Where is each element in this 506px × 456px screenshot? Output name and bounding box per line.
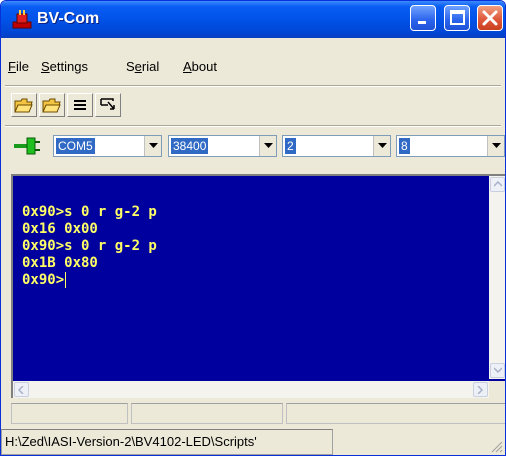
plug-red-icon[interactable]	[12, 10, 32, 30]
terminal-prompt-line: 0x90>	[22, 272, 157, 289]
chevron-left-icon	[18, 386, 24, 394]
menu-settings-label: ettings	[49, 59, 88, 74]
toolbar-separator	[5, 125, 501, 127]
cursor-button[interactable]	[95, 93, 121, 117]
menu-serial-a: S	[126, 59, 135, 74]
scroll-up-button[interactable]	[490, 177, 505, 192]
baud-value: 38400	[171, 138, 209, 154]
field4-select[interactable]: 8	[396, 135, 505, 157]
port-settings-row: COM5 38400 2 8	[1, 135, 505, 159]
open-button[interactable]	[11, 93, 37, 117]
menu-file-mnemonic: F	[8, 59, 16, 74]
plug-green-icon[interactable]	[14, 137, 46, 159]
horizontal-scrollbar[interactable]	[13, 381, 489, 398]
scroll-down-button[interactable]	[490, 363, 505, 378]
menu-settings[interactable]: Settings	[41, 58, 88, 76]
close-icon	[482, 10, 498, 26]
baud-dropdown-button[interactable]	[259, 136, 276, 156]
maximize-icon	[450, 10, 465, 25]
chevron-down-icon	[494, 367, 502, 373]
chevron-up-icon	[494, 181, 502, 187]
field4-value: 8	[399, 138, 410, 154]
title-bar[interactable]: BV-Com	[1, 1, 505, 38]
list-button[interactable]	[67, 93, 93, 117]
field3-dropdown-button[interactable]	[373, 136, 390, 156]
menu-file-label: ile	[15, 59, 29, 74]
maximize-button[interactable]	[444, 5, 470, 31]
open-folder-icon	[14, 98, 33, 113]
menu-about-label: bout	[191, 59, 217, 74]
terminal-output[interactable]: 0x90>s 0 r g-2 p 0x16 0x00 0x90>s 0 r g-2 …	[11, 174, 505, 398]
path-bar: H:\Zed\IASI-Version-2\BV4102-LED\Scripts…	[1, 429, 505, 455]
menu-about[interactable]: About	[183, 58, 217, 76]
open-folder-2-icon	[42, 98, 61, 113]
open-script-button[interactable]	[39, 93, 65, 117]
chevron-down-icon	[149, 143, 158, 148]
port-select[interactable]: COM5	[53, 135, 162, 157]
port-dropdown-button[interactable]	[144, 136, 161, 156]
resize-grip-icon[interactable]	[491, 441, 503, 453]
text-cursor	[65, 272, 67, 288]
menu-serial-mnemonic: e	[134, 59, 142, 74]
menu-serial[interactable]: Serial	[126, 58, 159, 76]
chevron-down-icon	[492, 143, 501, 148]
status-panel-1	[11, 403, 128, 424]
scroll-left-button[interactable]	[14, 382, 29, 397]
terminal-line: 0x16 0x00	[22, 221, 98, 237]
status-panel-3	[286, 403, 505, 424]
scroll-right-button[interactable]	[473, 382, 488, 397]
scroll-corner	[489, 381, 505, 398]
list-icon	[74, 100, 86, 110]
menu-bar: File Settings Serial About	[1, 56, 505, 80]
close-button[interactable]	[477, 5, 503, 31]
menu-serial-b: rial	[141, 59, 160, 74]
terminal-line: 0x1B 0x80	[22, 255, 98, 271]
terminal-line: 0x90>s 0 r g-2 p	[22, 204, 157, 220]
vertical-scrollbar[interactable]	[489, 176, 505, 379]
field3-value: 2	[285, 138, 296, 154]
app-window: BV-Com File Settings Serial About COM5 3…	[0, 0, 506, 456]
menu-settings-mnemonic: S	[41, 59, 50, 74]
minimize-button[interactable]	[410, 5, 436, 31]
cursor-icon	[100, 98, 115, 110]
window-title: BV-Com	[37, 10, 100, 27]
field4-dropdown-button[interactable]	[487, 136, 504, 156]
terminal-prompt: 0x90>	[22, 272, 65, 288]
field3-select[interactable]: 2	[282, 135, 391, 157]
chevron-right-icon	[477, 386, 483, 394]
terminal-lines: 0x90>s 0 r g-2 p 0x16 0x00 0x90>s 0 r g-2 …	[22, 204, 157, 289]
status-panel-2	[131, 403, 283, 424]
menu-file[interactable]: File	[8, 58, 29, 76]
menu-separator	[5, 85, 501, 87]
minimize-icon	[418, 21, 426, 24]
script-path: H:\Zed\IASI-Version-2\BV4102-LED\Scripts…	[1, 429, 333, 455]
menu-about-mnemonic: A	[183, 59, 192, 74]
port-value: COM5	[56, 138, 95, 154]
status-bar	[11, 403, 505, 425]
baud-select[interactable]: 38400	[168, 135, 277, 157]
terminal-line: 0x90>s 0 r g-2 p	[22, 238, 157, 254]
chevron-down-icon	[378, 143, 387, 148]
chevron-down-icon	[264, 143, 273, 148]
